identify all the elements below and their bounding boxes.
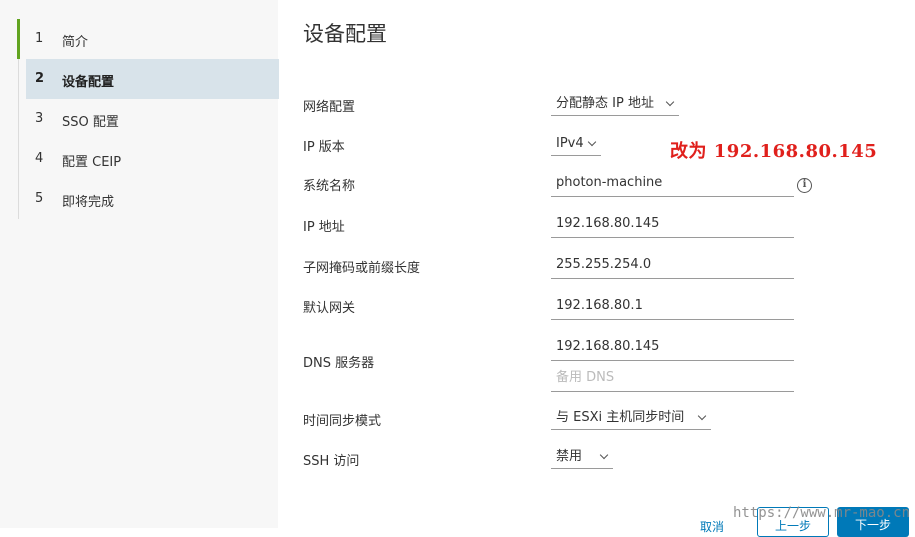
- subnet-mask-input[interactable]: 255.255.254.0: [551, 255, 794, 279]
- step-label: 简介: [62, 35, 89, 50]
- wizard-sidebar: 1 简介 2 设备配置 3 SSO 配置 4 配置 CEIP 5 即将完成: [0, 0, 279, 528]
- step-number: 2: [35, 71, 45, 86]
- dns-primary-input[interactable]: 192.168.80.145: [551, 337, 794, 361]
- time-sync-label: 时间同步模式: [303, 414, 382, 429]
- input-value: 192.168.80.145: [556, 339, 660, 354]
- input-value: 192.168.80.145: [556, 216, 660, 231]
- cancel-button[interactable]: 取消: [700, 518, 724, 535]
- page-title: 设备配置: [303, 22, 387, 46]
- ip-address-label: IP 地址: [303, 220, 345, 235]
- input-value: photon-machine: [556, 175, 663, 190]
- step-label: 配置 CEIP: [62, 155, 122, 170]
- ip-version-select[interactable]: IPv4: [551, 134, 601, 156]
- chevron-down-icon: [587, 137, 597, 147]
- step-label: SSO 配置: [62, 115, 119, 130]
- step-intro[interactable]: 1 简介: [26, 19, 279, 59]
- step-number: 3: [35, 111, 44, 126]
- step-number: 5: [35, 191, 44, 206]
- chevron-down-icon: [665, 97, 675, 107]
- ip-address-input[interactable]: 192.168.80.145: [551, 214, 794, 238]
- ssh-access-select[interactable]: 禁用: [551, 447, 613, 469]
- input-value: 255.255.254.0: [556, 257, 652, 272]
- system-name-label: 系统名称: [303, 179, 356, 194]
- step-ceip-config[interactable]: 4 配置 CEIP: [26, 139, 279, 179]
- step-label: 即将完成: [62, 195, 115, 210]
- dns-alternate-input[interactable]: 备用 DNS: [551, 368, 794, 392]
- ssh-access-label: SSH 访问: [303, 454, 360, 469]
- network-config-label: 网络配置: [303, 100, 356, 115]
- input-value: 192.168.80.1: [556, 298, 643, 313]
- annotation-text: 改为 192.168.80.145: [670, 141, 878, 162]
- chevron-down-icon: [697, 411, 707, 421]
- step-label: 设备配置: [62, 75, 115, 90]
- gateway-label: 默认网关: [303, 301, 356, 316]
- dns-server-label: DNS 服务器: [303, 356, 375, 371]
- step-device-config[interactable]: 2 设备配置: [26, 59, 279, 99]
- gateway-input[interactable]: 192.168.80.1: [551, 296, 794, 320]
- watermark-text: https://www.mr-mao.cn: [733, 505, 911, 521]
- step-number: 1: [35, 31, 44, 46]
- network-config-select[interactable]: 分配静态 IP 地址: [551, 94, 679, 116]
- chevron-down-icon: [599, 450, 609, 460]
- select-value: 禁用: [556, 449, 583, 464]
- subnet-mask-label: 子网掩码或前缀长度: [303, 261, 421, 276]
- progress-indicator: [17, 19, 20, 59]
- system-name-input[interactable]: photon-machine: [551, 173, 794, 197]
- info-icon[interactable]: i: [797, 178, 812, 193]
- ip-version-label: IP 版本: [303, 140, 345, 155]
- select-value: 与 ESXi 主机同步时间: [556, 410, 685, 425]
- time-sync-select[interactable]: 与 ESXi 主机同步时间: [551, 408, 711, 430]
- step-sso-config[interactable]: 3 SSO 配置: [26, 99, 279, 139]
- step-ready-to-complete[interactable]: 5 即将完成: [26, 179, 279, 219]
- input-placeholder: 备用 DNS: [556, 370, 615, 385]
- step-number: 4: [35, 151, 44, 166]
- select-value: IPv4: [556, 136, 584, 151]
- step-list: 1 简介 2 设备配置 3 SSO 配置 4 配置 CEIP 5 即将完成: [17, 19, 279, 219]
- select-value: 分配静态 IP 地址: [556, 96, 654, 111]
